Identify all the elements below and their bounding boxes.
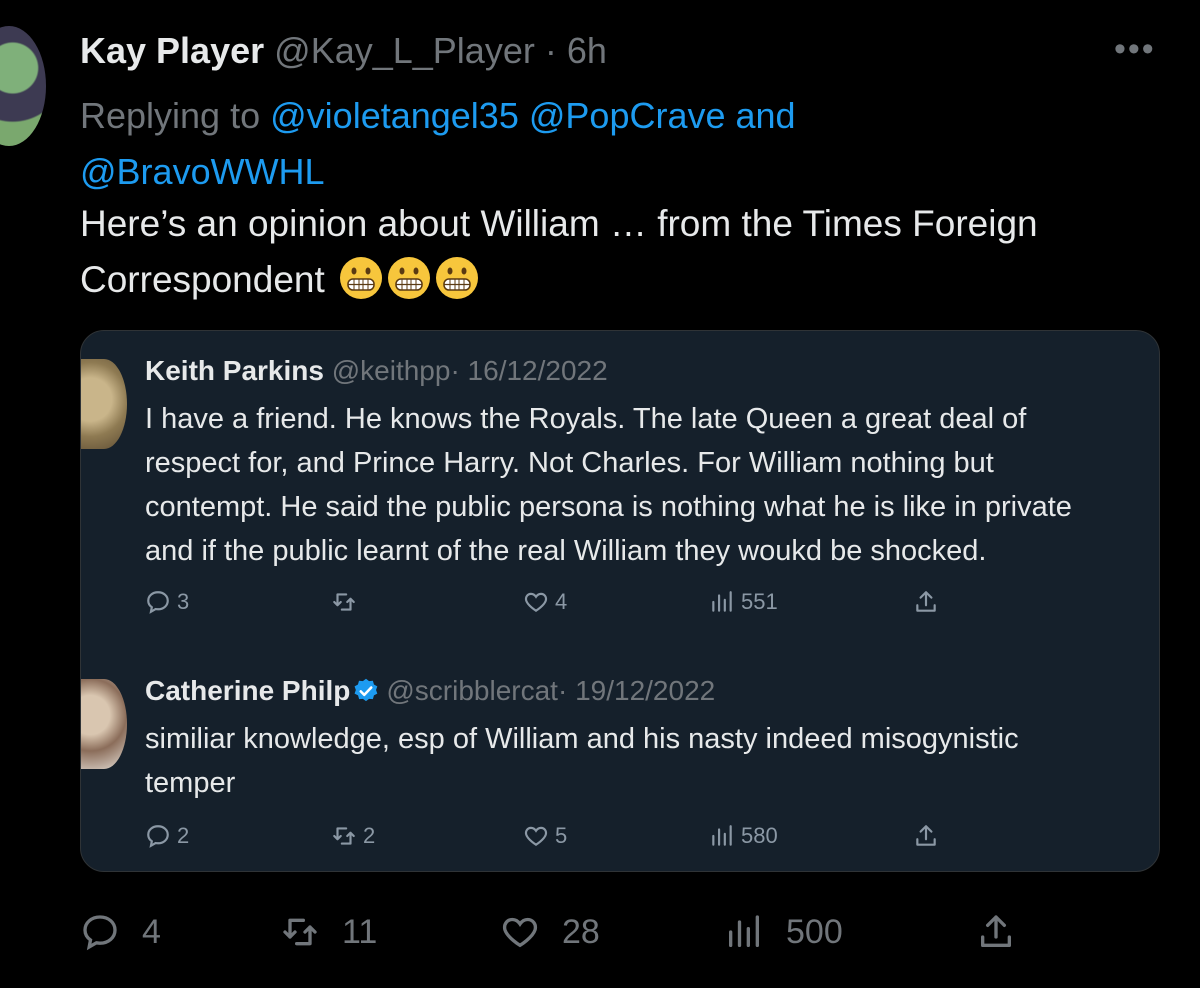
quoted-text-line: similiar knowledge, esp of William and h… — [145, 723, 1019, 755]
quoted-text-line: contempt. He said the public persona is … — [145, 491, 1072, 523]
quoted-retweet-action: 2 — [331, 823, 375, 849]
views-count: 580 — [741, 823, 778, 848]
like-count: 28 — [562, 912, 600, 951]
grimacing-face-icon — [340, 257, 383, 299]
quoted-date: · 16/12/2022 — [450, 355, 608, 386]
tweet-time[interactable]: · 6h — [545, 30, 607, 71]
quoted-views-action: 580 — [709, 823, 778, 849]
retweet-icon — [283, 918, 317, 946]
quoted-share-action — [913, 823, 939, 849]
reply-button[interactable]: 4 — [80, 912, 161, 952]
heart-icon — [502, 917, 538, 948]
retweet-button[interactable]: 11 — [280, 912, 377, 952]
views-chart-icon — [712, 825, 732, 846]
reply-icon — [83, 915, 117, 951]
quoted-author-name: Catherine Philp — [145, 675, 351, 706]
like-button[interactable]: 28 — [500, 912, 600, 952]
quoted-like-action: 4 — [523, 589, 567, 615]
quoted-text-line: temper — [145, 767, 236, 799]
replying-to: Replying to @violetangel35 @PopCrave and… — [80, 88, 1120, 200]
quoted-author-handle: @scribblercat — [386, 675, 558, 706]
like-count: 5 — [555, 823, 568, 848]
retweet-icon — [333, 593, 355, 611]
author-avatar[interactable] — [0, 26, 46, 146]
share-icon — [981, 915, 1011, 947]
quoted-date: · 19/12/2022 — [557, 675, 716, 706]
author-name[interactable]: Kay Player — [80, 30, 264, 71]
grimacing-face-icon — [436, 257, 479, 299]
retweet-count: 2 — [363, 823, 376, 848]
tweet-text-line: Here’s an opinion about William … from t… — [80, 203, 1038, 244]
share-button[interactable] — [976, 912, 1016, 952]
quoted-author-handle: @keithpp — [331, 355, 451, 386]
reply-user-link[interactable]: @PopCrave — [529, 95, 726, 136]
quoted-like-action: 5 — [523, 823, 567, 849]
reply-count: 4 — [142, 912, 161, 951]
heart-icon — [524, 826, 548, 846]
reply-icon — [147, 591, 169, 614]
views-button[interactable]: 500 — [724, 912, 843, 952]
quoted-text: similiar knowledge, esp of William and h… — [145, 717, 1155, 805]
quoted-author-name: Keith Parkins — [145, 355, 324, 386]
quoted-text-line: and if the public learnt of the real Wil… — [145, 535, 987, 567]
quoted-header: Keith Parkins @keithpp· 16/12/2022 — [145, 355, 608, 387]
verified-badge-icon — [354, 678, 378, 702]
quoted-avatar — [81, 359, 127, 449]
author-handle[interactable]: @Kay_L_Player — [274, 30, 535, 71]
quoted-retweet-action — [331, 589, 363, 615]
grimacing-face-icon — [388, 257, 431, 299]
quoted-text: I have a friend. He knows the Royals. Th… — [145, 397, 1155, 573]
quoted-views-action: 551 — [709, 589, 778, 615]
views-chart-icon — [729, 915, 759, 947]
replying-prefix: Replying to — [80, 95, 261, 136]
reply-count: 2 — [177, 823, 190, 848]
quoted-text-line: I have a friend. He knows the Royals. Th… — [145, 403, 1027, 435]
share-icon — [916, 591, 936, 612]
reply-user-link[interactable]: @violetangel35 — [270, 95, 519, 136]
tweet-text-line: Correspondent — [80, 259, 325, 300]
reply-count: 3 — [177, 589, 190, 614]
reply-and: and — [735, 95, 796, 136]
views-chart-icon — [712, 591, 732, 612]
like-count: 4 — [555, 589, 568, 614]
quoted-avatar — [81, 679, 127, 769]
tweet-text: Here’s an opinion about William … from t… — [80, 196, 1170, 308]
quoted-header: Catherine Philp @scribblercat· 19/12/2022 — [145, 675, 715, 707]
views-count: 551 — [741, 589, 778, 614]
quoted-text-line: respect for, and Prince Harry. Not Charl… — [145, 447, 994, 479]
share-icon — [916, 825, 936, 846]
views-count: 500 — [786, 912, 843, 951]
quoted-screenshot-card[interactable]: Keith Parkins @keithpp· 16/12/2022 I hav… — [80, 330, 1160, 872]
quoted-reply-action: 3 — [145, 589, 189, 615]
reply-icon — [147, 825, 169, 848]
retweet-count: 11 — [342, 912, 378, 951]
retweet-icon — [333, 827, 355, 845]
reply-user-link[interactable]: @BravoWWHL — [80, 151, 325, 192]
heart-icon — [524, 592, 548, 612]
tweet-header: Kay Player @Kay_L_Player · 6h — [80, 30, 607, 72]
quoted-share-action — [913, 589, 939, 615]
quoted-reply-action: 2 — [145, 823, 189, 849]
more-options-icon[interactable]: ••• — [1114, 30, 1156, 69]
